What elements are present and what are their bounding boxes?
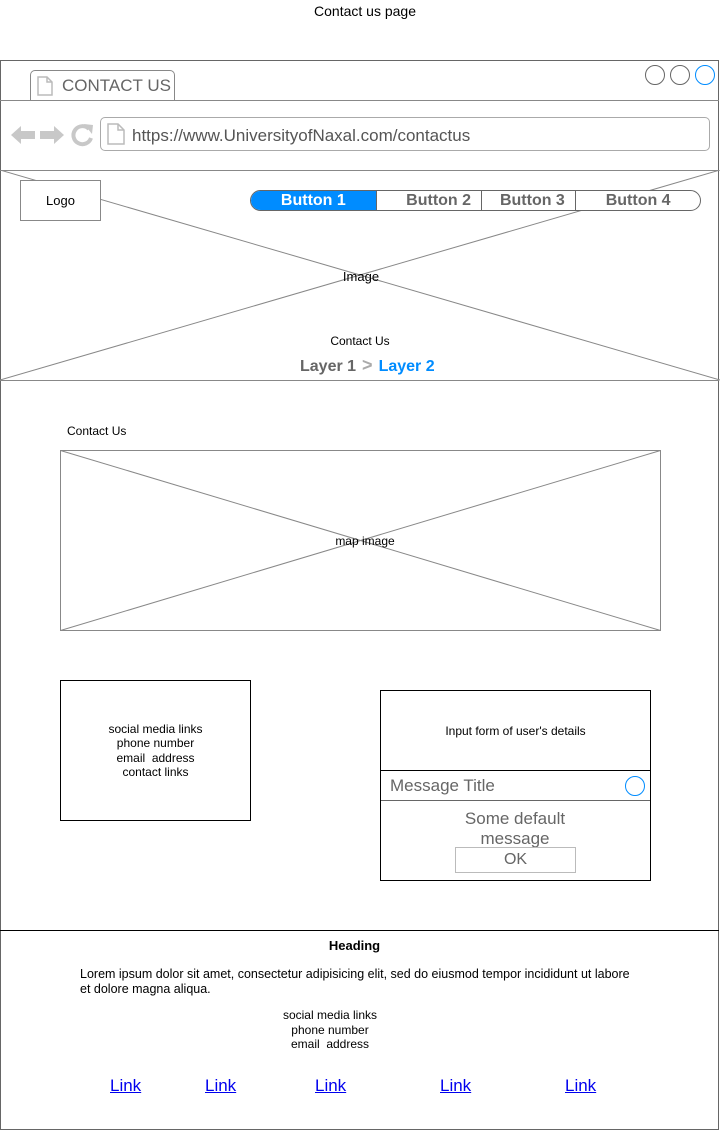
breadcrumb-layer-2[interactable]: Layer 2 [379,358,435,375]
page-caption: Contact us page [314,3,416,19]
hero-title: Contact Us [330,334,390,348]
nav-button-3[interactable]: Button 3 [480,191,576,210]
footer-contact: social media links phone number email ad… [230,1008,430,1052]
page-icon [37,76,53,96]
nav-button-bar: Button 1 Button 2 Button 3 Button 4 [250,190,701,211]
footer-social-media: social media links [282,1008,378,1022]
refresh-icon[interactable] [70,123,95,147]
ok-button[interactable]: OK [455,847,576,873]
footer-heading: Heading [328,938,381,953]
minimize-button[interactable] [645,65,665,85]
footer-divider [0,930,719,931]
footer-email: email address [290,1037,370,1051]
tab-divider [0,100,719,101]
footer-link-1[interactable]: Link [110,1076,141,1096]
info-phone: phone number [116,736,195,750]
nav-button-2[interactable]: Button 2 [375,191,481,210]
user-details-form[interactable]: Input form of user's details [380,690,651,771]
tab-title: CONTACT US [62,76,171,95]
contact-info-box: social media links phone number email ad… [60,680,251,821]
footer-link-4[interactable]: Link [440,1076,471,1096]
footer-paragraph: Lorem ipsum dolor sit amet, consectetur … [80,967,630,996]
section-title: Contact Us [67,424,127,438]
maximize-button[interactable] [670,65,690,85]
breadcrumb: Layer 1 > Layer 2 [300,355,435,376]
breadcrumb-layer-1[interactable]: Layer 1 [300,358,356,375]
page-icon [107,123,125,145]
logo-text: Logo [46,193,75,208]
dialog-close-button[interactable] [625,776,645,796]
hero-divider [0,380,719,381]
info-contact-links: contact links [122,765,189,779]
dialog-divider [381,800,650,801]
info-email: email address [116,750,195,765]
dialog-title: Message Title [390,776,495,795]
forward-arrow-icon[interactable] [39,124,65,146]
dialog-message: Some default message [464,809,566,848]
logo[interactable]: Logo [20,180,101,221]
back-arrow-icon[interactable] [10,124,36,146]
footer-link-3[interactable]: Link [315,1076,346,1096]
nav-button-1[interactable]: Button 1 [251,191,376,210]
nav-button-4[interactable]: Button 4 [575,191,700,210]
hero-image-label: Image [342,269,380,284]
form-label: Input form of user's details [445,723,586,738]
footer-link-5[interactable]: Link [565,1076,596,1096]
footer-phone: phone number [291,1022,369,1037]
url-text: https://www.UniversityofNaxal.com/contac… [132,126,471,145]
close-window-button[interactable] [695,65,715,85]
breadcrumb-separator-icon: > [362,355,373,375]
info-social-media: social media links [108,721,203,736]
map-image-label: map image [335,534,395,548]
footer-link-2[interactable]: Link [205,1076,236,1096]
